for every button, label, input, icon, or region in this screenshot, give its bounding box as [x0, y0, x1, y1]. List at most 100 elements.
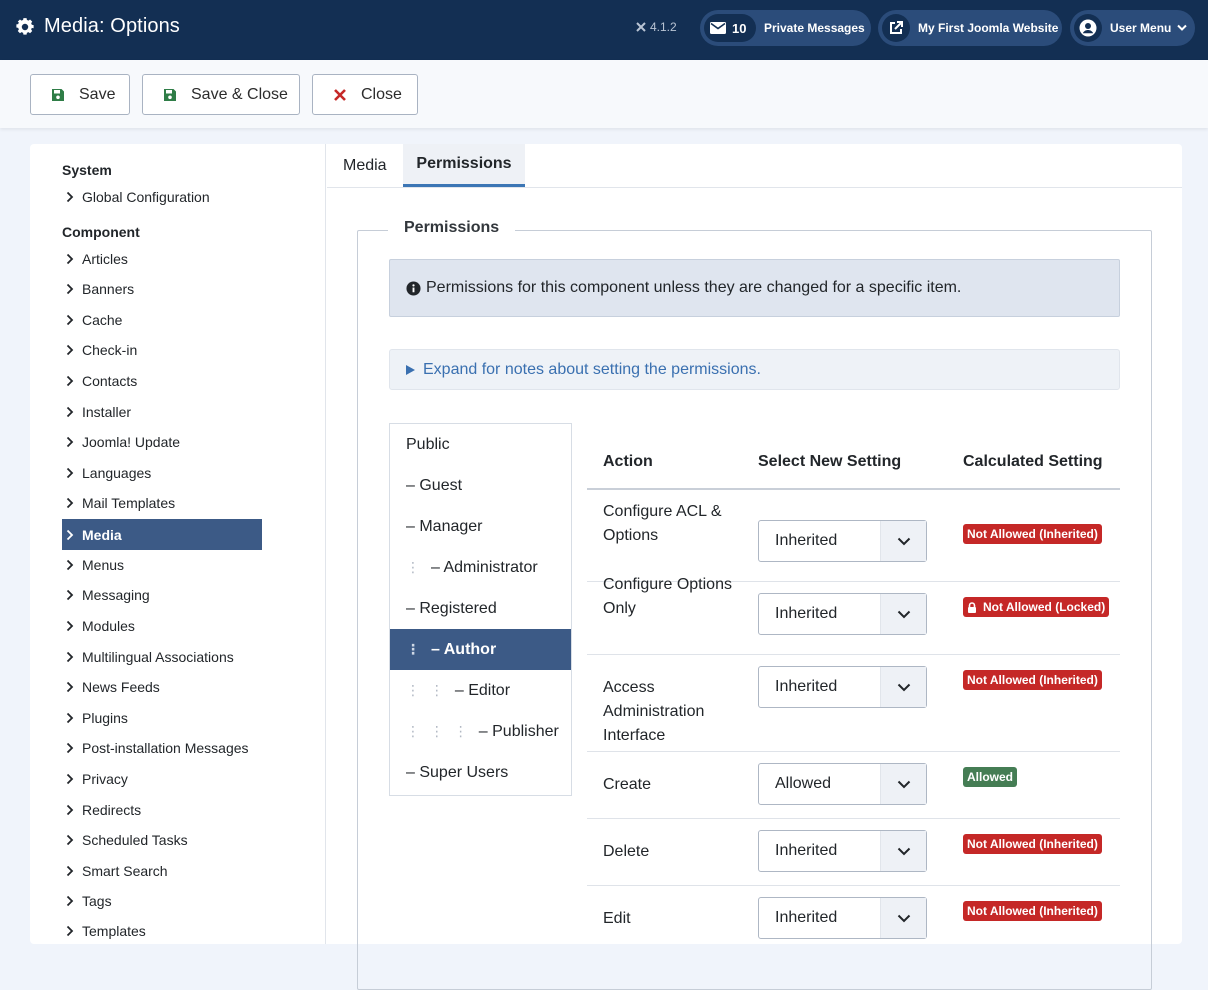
sidebar-item-label: Banners [82, 280, 135, 297]
private-messages-button[interactable]: 10 Private Messages [700, 10, 871, 46]
sidebar-item-label: Smart Search [82, 862, 168, 879]
sidebar-item-cache[interactable]: Cache [62, 304, 262, 335]
sidebar-item-joomla-update[interactable]: Joomla! Update [62, 426, 262, 457]
group-registered[interactable]: – Registered [390, 588, 571, 629]
chevron-right-icon [66, 925, 74, 936]
sidebar-item-templates[interactable]: Templates [62, 915, 262, 946]
chevron-right-icon [66, 375, 74, 386]
sidebar-item-label: Menus [82, 556, 125, 573]
chevron-down-icon [897, 914, 910, 922]
user-menu-button[interactable]: User Menu [1070, 10, 1195, 46]
sidebar-item-tags[interactable]: Tags [62, 885, 262, 916]
save-close-label: Save & Close [191, 85, 288, 103]
sidebar-item-plugins[interactable]: Plugins [62, 702, 262, 733]
sidebar-item-label: Articles [82, 250, 128, 267]
site-badge [882, 14, 910, 42]
sidebar-item-scheduled-tasks[interactable]: Scheduled Tasks [62, 824, 262, 855]
user-menu-label: User Menu [1110, 21, 1172, 35]
chevron-right-icon [66, 865, 74, 876]
group-author[interactable]: ⋮ – Author [390, 629, 571, 670]
chevron-down-icon [897, 537, 910, 545]
group-super-users[interactable]: – Super Users [390, 752, 571, 793]
sidebar-item-label: Privacy [82, 770, 128, 787]
calculated-badge: Not Allowed (Inherited) [963, 834, 1102, 854]
tab-media[interactable]: Media [343, 144, 387, 187]
column-header-action: Action [603, 453, 653, 470]
calculated-badge: Not Allowed (Inherited) [963, 524, 1102, 544]
sidebar-item-banners[interactable]: Banners [62, 273, 262, 304]
depth-indicator: ⋮ ⋮ ⋮ [406, 723, 471, 739]
sidebar-item-label: Modules [82, 617, 135, 634]
sidebar-item-check-in[interactable]: Check-in [62, 334, 262, 365]
group-editor[interactable]: ⋮ ⋮ – Editor [390, 670, 571, 711]
badge-label: Not Allowed (Inherited) [967, 527, 1098, 541]
header-divider [587, 488, 1120, 490]
sidebar-item-messaging[interactable]: Messaging [62, 579, 262, 610]
setting-select[interactable]: Inherited [758, 666, 927, 708]
group-administrator[interactable]: ⋮ – Administrator [390, 547, 571, 588]
close-button[interactable]: Close [312, 74, 418, 115]
view-site-button[interactable]: My First Joomla Website [878, 10, 1062, 46]
sidebar-item-smart-search[interactable]: Smart Search [62, 855, 262, 886]
chevron-right-icon [66, 529, 74, 540]
messages-label: Private Messages [764, 21, 865, 35]
group-label: – Author [431, 640, 497, 658]
select-caret [880, 521, 926, 561]
save-close-button[interactable]: Save & Close [142, 74, 300, 115]
group-manager[interactable]: – Manager [390, 506, 571, 547]
select-value: Inherited [775, 605, 838, 622]
sidebar-heading-system: System [62, 162, 112, 178]
chevron-right-icon [66, 651, 74, 662]
sidebar-item-label: Languages [82, 464, 152, 481]
chevron-down-icon [897, 683, 910, 691]
group-label: – Editor [454, 681, 511, 699]
version-label: 4.1.2 [650, 20, 677, 34]
group-guest[interactable]: – Guest [390, 465, 571, 506]
row-divider [587, 654, 1120, 655]
sidebar-item-menus[interactable]: Menus [62, 549, 262, 580]
sidebar-item-modules[interactable]: Modules [62, 610, 262, 641]
sidebar-item-installer[interactable]: Installer [62, 396, 262, 427]
messages-badge: 10 [704, 14, 756, 42]
sidebar-item-global-configuration[interactable]: Global Configuration [62, 181, 262, 212]
chevron-right-icon [66, 773, 74, 784]
sidebar-item-articles[interactable]: Articles [62, 243, 262, 274]
setting-select[interactable]: Inherited [758, 830, 927, 872]
action-label: Create [603, 776, 652, 793]
row-divider [587, 818, 1120, 819]
sidebar-item-media[interactable]: Media [62, 519, 262, 550]
setting-select[interactable]: Inherited [758, 520, 927, 562]
sidebar-item-post-installation-messages[interactable]: Post-installation Messages [62, 732, 302, 763]
sidebar-item-mail-templates[interactable]: Mail Templates [62, 487, 262, 518]
chevron-right-icon [66, 436, 74, 447]
envelope-icon [710, 22, 726, 34]
sidebar-item-news-feeds[interactable]: News Feeds [62, 671, 262, 702]
group-label: – Publisher [478, 722, 559, 740]
sidebar-item-label: Mail Templates [82, 494, 176, 511]
sidebar-item-privacy[interactable]: Privacy [62, 763, 262, 794]
group-publisher[interactable]: ⋮ ⋮ ⋮ – Publisher [390, 711, 571, 752]
setting-select[interactable]: Allowed [758, 763, 927, 805]
chevron-right-icon [66, 589, 74, 600]
sidebar-item-languages[interactable]: Languages [62, 457, 262, 488]
permission-notes-label: Expand for notes about setting the permi… [423, 360, 761, 378]
close-icon [334, 88, 346, 101]
save-button[interactable]: Save [30, 74, 130, 115]
sidebar-item-label: Redirects [82, 801, 142, 818]
chevron-right-icon [66, 895, 74, 906]
page-title: Media: Options [44, 15, 180, 37]
close-label: Close [361, 85, 402, 103]
tab-permissions[interactable]: Permissions [403, 144, 525, 187]
sidebar-item-label: Media [82, 526, 122, 543]
sidebar-item-contacts[interactable]: Contacts [62, 365, 262, 396]
badge-label: Allowed [967, 770, 1014, 784]
group-public[interactable]: Public [390, 424, 571, 465]
select-value: Inherited [775, 678, 838, 695]
sidebar-item-redirects[interactable]: Redirects [62, 794, 262, 825]
permission-notes-toggle[interactable]: Expand for notes about setting the permi… [389, 349, 1120, 390]
sidebar-item-multilingual-associations[interactable]: Multilingual Associations [62, 641, 292, 672]
select-caret [880, 831, 926, 871]
sidebar-item-label: Scheduled Tasks [82, 831, 188, 848]
sidebar-item-label: Cache [82, 311, 123, 328]
setting-select[interactable]: Inherited [758, 593, 927, 635]
